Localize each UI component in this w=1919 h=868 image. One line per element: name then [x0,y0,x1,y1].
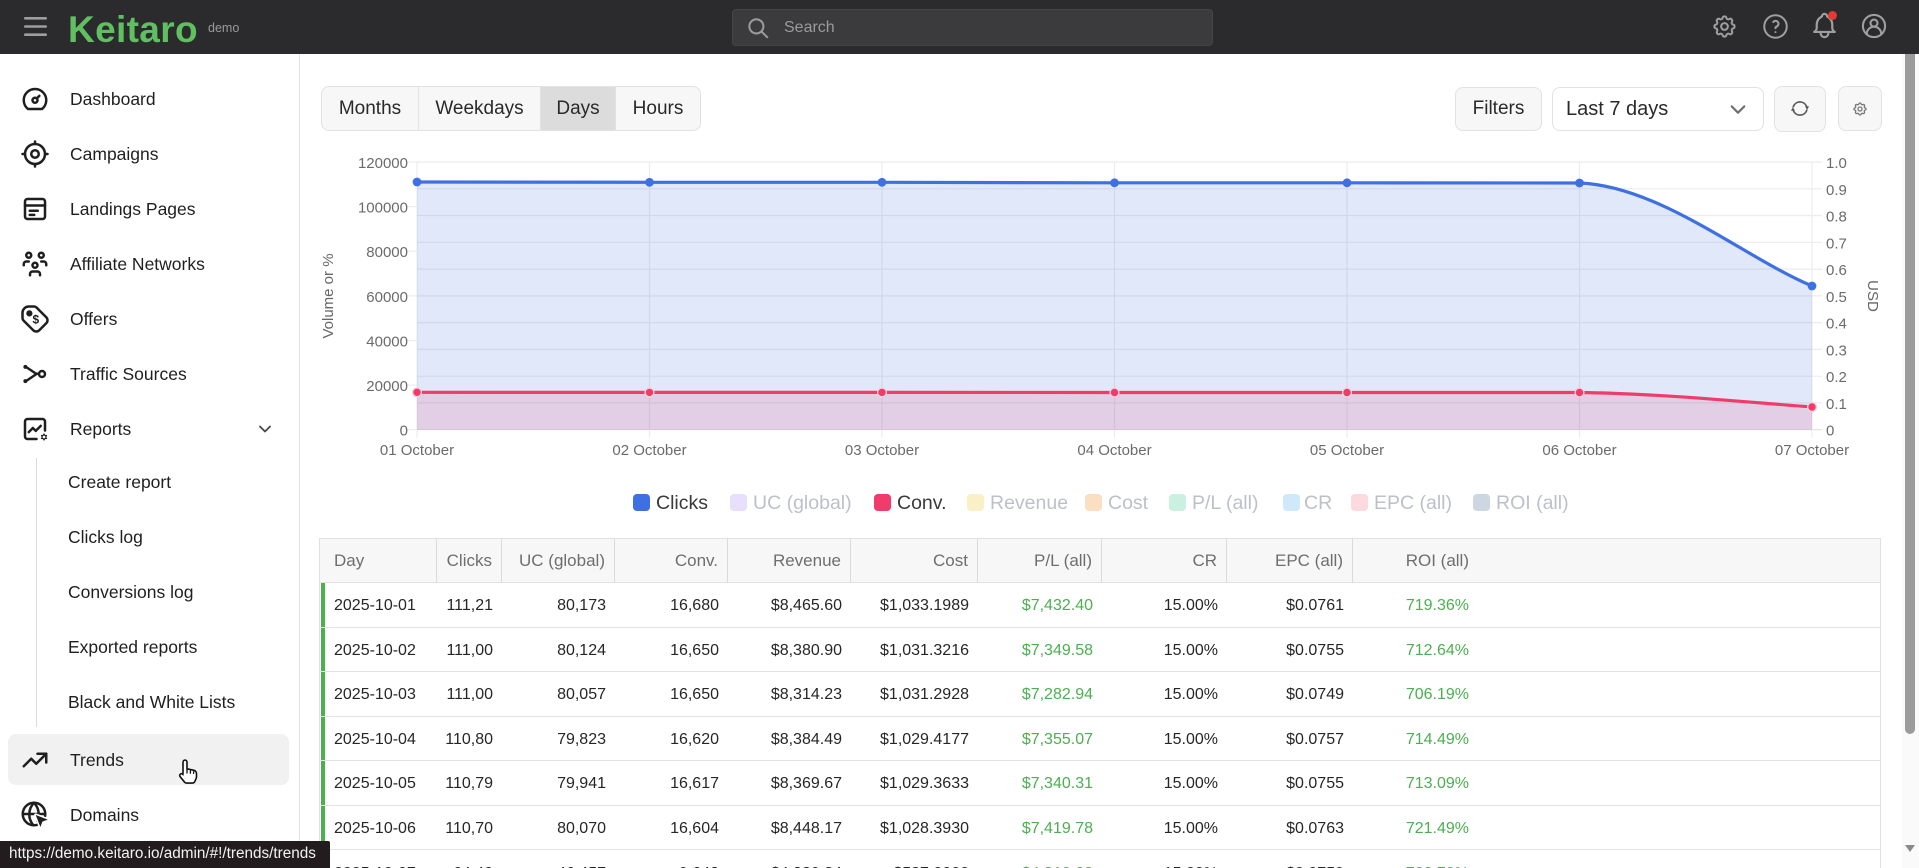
svg-text:1.0: 1.0 [1826,155,1847,172]
svg-text:05 October: 05 October [1310,442,1384,459]
svg-text:0: 0 [400,423,408,440]
svg-text:06 October: 06 October [1542,442,1616,459]
svg-text:80000: 80000 [366,244,408,261]
svg-text:03 October: 03 October [845,442,919,459]
svg-text:120000: 120000 [358,155,408,172]
svg-text:0.6: 0.6 [1826,262,1847,279]
svg-text:02 October: 02 October [612,442,686,459]
svg-text:USD: USD [1864,280,1881,312]
svg-text:0.7: 0.7 [1826,235,1847,252]
svg-text:Volume or %: Volume or % [320,253,337,338]
svg-text:$: $ [32,313,39,327]
svg-text:04 October: 04 October [1077,442,1151,459]
svg-text:0.5: 0.5 [1826,289,1847,306]
svg-text:0.8: 0.8 [1826,209,1847,226]
svg-text:0.3: 0.3 [1826,342,1847,359]
svg-text:0.2: 0.2 [1826,369,1847,386]
svg-text:01 October: 01 October [380,442,454,459]
svg-text:0.9: 0.9 [1826,182,1847,199]
svg-text:100000: 100000 [358,200,408,217]
svg-text:0.4: 0.4 [1826,316,1847,333]
svg-text:20000: 20000 [366,378,408,395]
svg-text:40000: 40000 [366,334,408,351]
svg-text:07 October: 07 October [1775,442,1849,459]
svg-text:60000: 60000 [366,289,408,306]
svg-text:0.1: 0.1 [1826,396,1847,413]
svg-text:0: 0 [1826,423,1834,440]
